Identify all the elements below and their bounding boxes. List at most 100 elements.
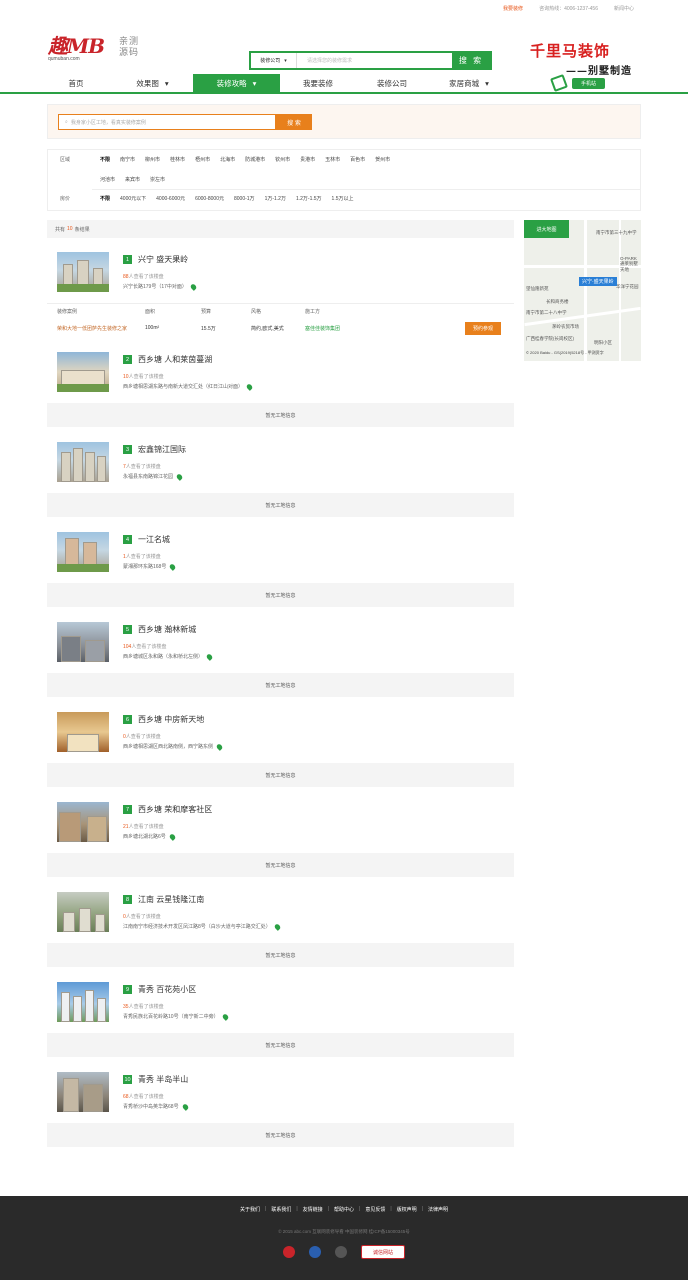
link-want-renovate[interactable]: 我要装修 xyxy=(503,5,523,12)
footer-link-about[interactable]: 关于我们 xyxy=(235,1206,265,1213)
property-title[interactable]: 6 西乡塘 中房新天地 xyxy=(123,714,204,725)
property-views: 35人查看了该楼盘 xyxy=(123,1003,164,1010)
footer-link-feedback[interactable]: 意见反馈 xyxy=(360,1206,390,1213)
price-option[interactable]: 4000元以下 xyxy=(120,195,146,202)
case-company-link[interactable]: 塞佳佳装饰集团 xyxy=(305,325,465,332)
footer-link-legal[interactable]: 法律声明 xyxy=(423,1206,453,1213)
nav-mall[interactable]: 家居商城 ▾ xyxy=(428,74,510,92)
police-badge-icon[interactable] xyxy=(283,1246,295,1258)
nav-gallery[interactable]: 效果图 ▾ xyxy=(112,74,193,92)
price-option[interactable]: 8000-1万 xyxy=(234,195,255,202)
mobile-site-link[interactable]: 手机站 xyxy=(550,74,606,92)
no-site-info: 暂无工地信息 xyxy=(47,943,514,967)
map-label: 广西桂春学院(长岗校区) xyxy=(526,336,574,341)
link-news-center[interactable]: 新闻中心 xyxy=(614,5,634,12)
area-option[interactable]: 河池市 xyxy=(100,176,115,183)
area-option[interactable]: 梧州市 xyxy=(195,156,210,163)
area-option[interactable]: 来宾市 xyxy=(125,176,140,183)
book-visit-button[interactable]: 预约参观 xyxy=(465,321,502,335)
area-option[interactable]: 不限 xyxy=(100,156,110,163)
area-option[interactable]: 柳州市 xyxy=(145,156,160,163)
property-title[interactable]: 9 青秀 百花苑小区 xyxy=(123,984,196,995)
site-search-input[interactable]: ⌕ 我身家小区工地，看真实装修案例 xyxy=(58,114,276,130)
main-search: 装修公司 ▾ 请选择您的装修需求 搜 索 xyxy=(249,51,492,70)
location-pin-icon[interactable] xyxy=(175,472,184,481)
search-input[interactable]: 请选择您的装修需求 xyxy=(297,53,452,68)
list-item: 10 青秀 半岛半山 68人查看了该楼盘 青秀桥沙中岛英华路68号 暂无工地信息 xyxy=(47,1062,514,1148)
area-option[interactable]: 桂林市 xyxy=(170,156,185,163)
location-pin-icon[interactable] xyxy=(221,1012,229,1021)
property-title[interactable]: 1 兴宁 盛天果岭 xyxy=(123,254,188,265)
shield-badge-icon[interactable] xyxy=(335,1246,347,1258)
price-option[interactable]: 1万-1.2万 xyxy=(265,195,286,202)
area-option[interactable]: 崇左市 xyxy=(150,176,165,183)
nav-home[interactable]: 首页 xyxy=(40,74,112,92)
price-option[interactable]: 不限 xyxy=(100,195,110,202)
property-thumbnail[interactable] xyxy=(57,892,109,932)
location-pin-icon[interactable] xyxy=(273,922,282,931)
property-thumbnail[interactable] xyxy=(57,252,109,292)
building-shape xyxy=(95,914,105,932)
price-option[interactable]: 1.2万-1.5万 xyxy=(296,195,322,202)
area-option[interactable]: 防城港市 xyxy=(245,156,265,163)
property-thumbnail[interactable] xyxy=(57,622,109,662)
location-pin-icon[interactable] xyxy=(205,652,214,661)
location-pin-icon[interactable] xyxy=(168,562,177,571)
case-name-link[interactable]: 荣和大地一低团萨先生装修之家 xyxy=(47,325,145,332)
property-thumbnail[interactable] xyxy=(57,982,109,1022)
area-option[interactable]: 百色市 xyxy=(350,156,365,163)
area-option[interactable]: 南宁市 xyxy=(120,156,135,163)
property-thumbnail[interactable] xyxy=(57,1072,109,1112)
price-option[interactable]: 6000-8000元 xyxy=(195,195,224,202)
price-option[interactable]: 4000-6000元 xyxy=(156,195,185,202)
nav-companies[interactable]: 装修公司 xyxy=(356,74,428,92)
nav-want-renovate[interactable]: 我要装修 xyxy=(280,74,356,92)
location-pin-icon[interactable] xyxy=(168,832,177,841)
property-title[interactable]: 2 西乡塘 人和莱茵蔓湖 xyxy=(123,354,212,365)
location-pin-icon[interactable] xyxy=(189,282,198,291)
area-option[interactable]: 钦州市 xyxy=(275,156,290,163)
address-text: 西乡塘城区永和路（永和桥北左侧） xyxy=(123,654,204,660)
area-option[interactable]: 玉林市 xyxy=(325,156,340,163)
search-button[interactable]: 搜 索 xyxy=(452,53,490,68)
footer-link-contact[interactable]: 联系我们 xyxy=(266,1206,296,1213)
property-title[interactable]: 7 西乡塘 荣和摩客社区 xyxy=(123,804,212,815)
property-title[interactable]: 10 青秀 半岛半山 xyxy=(123,1074,188,1085)
nav-guide-label: 装修攻略 xyxy=(216,78,247,88)
footer-link-help[interactable]: 帮助中心 xyxy=(329,1206,359,1213)
open-big-map-button[interactable]: 进大地图 xyxy=(524,220,569,238)
location-pin-icon[interactable] xyxy=(215,742,224,751)
location-pin-icon[interactable] xyxy=(245,382,254,391)
property-title[interactable]: 3 宏鑫锦江国际 xyxy=(123,444,186,455)
area-option[interactable]: 贺州市 xyxy=(375,156,390,163)
property-thumbnail[interactable] xyxy=(57,442,109,482)
brand-banner[interactable]: 千里马装饰 ——别墅制造 xyxy=(530,40,632,77)
location-map[interactable]: 进大地图 南宁市第三十九中学 O-PARK通莱别墅天地 望仙隆新苑 长和商务楼 … xyxy=(524,220,641,361)
site-logo[interactable]: 趣MB qumuban.com 亲测 源码 xyxy=(48,36,139,64)
property-thumbnail[interactable] xyxy=(57,712,109,752)
area-option[interactable]: 北海市 xyxy=(220,156,235,163)
chevron-down-icon: ▾ xyxy=(284,57,287,64)
map-label: 望仙隆新苑 xyxy=(526,286,549,291)
property-views: 0人查看了该楼盘 xyxy=(123,913,161,920)
property-thumbnail[interactable] xyxy=(57,532,109,572)
area-option[interactable]: 贵港市 xyxy=(300,156,315,163)
property-title[interactable]: 8 江南 云星钱隆江南 xyxy=(123,894,204,905)
property-title[interactable]: 5 西乡塘 瀚林新城 xyxy=(123,624,196,635)
property-title[interactable]: 4 一江名城 xyxy=(123,534,170,545)
no-site-info: 暂无工地信息 xyxy=(47,493,514,517)
site-search-button[interactable]: 搜 索 xyxy=(276,114,312,130)
security-badge-icon[interactable] xyxy=(309,1246,321,1258)
location-pin-icon[interactable] xyxy=(181,1102,189,1111)
nav-guide[interactable]: 装修攻略 ▾ xyxy=(193,74,280,92)
property-thumbnail[interactable] xyxy=(57,802,109,842)
search-category-select[interactable]: 装修公司 ▾ xyxy=(251,53,297,68)
price-option[interactable]: 1.5万以上 xyxy=(332,195,354,202)
property-thumbnail[interactable] xyxy=(57,352,109,392)
footer-link-copyright[interactable]: 版权声明 xyxy=(392,1206,422,1213)
footer-link-friends[interactable]: 友情链接 xyxy=(298,1206,328,1213)
logo-mark: 趣MB qumuban.com xyxy=(48,36,114,64)
map-marker[interactable]: 兴宁·盛天果岭 xyxy=(579,277,617,286)
trusted-site-badge[interactable]: 诚信网站 xyxy=(361,1245,405,1259)
map-label: 明阳小区 xyxy=(594,340,612,345)
